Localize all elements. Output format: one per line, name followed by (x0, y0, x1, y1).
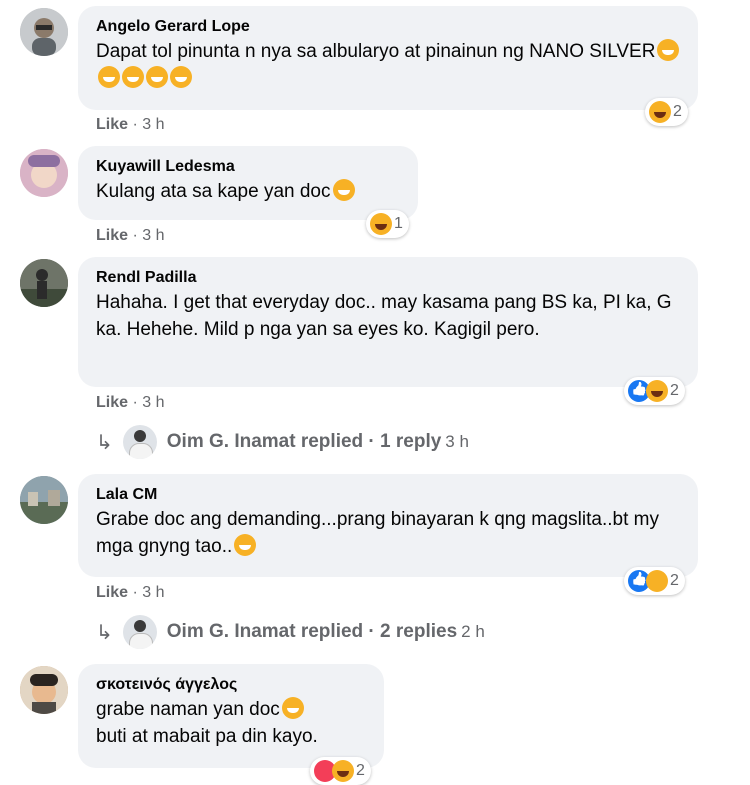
avatar-photo-icon (20, 476, 68, 524)
comment-meta: Like · 3 h (96, 584, 165, 601)
comment-author[interactable]: Lala CM (96, 484, 680, 506)
reaction-count: 2 (670, 572, 679, 589)
reaction-count: 2 (356, 762, 365, 779)
avatar (122, 615, 157, 649)
comment-text: grabe naman yan doc (96, 699, 280, 720)
comment-author[interactable]: Kuyawill Ledesma (96, 156, 400, 178)
timestamp[interactable]: 3 h (142, 394, 164, 411)
haha-icon (332, 760, 354, 782)
comment-author[interactable]: Angelo Gerard Lope (96, 16, 680, 38)
care-icon (646, 570, 668, 592)
sad-emoji-icon (281, 697, 304, 719)
replies-label[interactable]: Oim G. Inamat replied · 1 reply (167, 431, 442, 453)
grin-emoji-icon (170, 66, 192, 88)
reaction-summary[interactable]: 2 (645, 98, 688, 126)
like-button[interactable]: Like (96, 116, 128, 133)
timestamp[interactable]: 3 h (142, 116, 164, 133)
reaction-count: 2 (673, 103, 682, 120)
avatar[interactable] (20, 476, 68, 524)
avatar[interactable] (20, 149, 68, 197)
grin-emoji-icon (98, 66, 120, 88)
comment-bubble: Lala CM Grabe doc ang demanding...prang … (78, 474, 698, 577)
grin-emoji-icon (146, 66, 168, 88)
comment-bubble: Rendl Padilla Hahaha. I get that everyda… (78, 257, 698, 387)
comment-meta: Like · 3 h (96, 227, 165, 244)
avatar-photo-icon (20, 666, 68, 714)
reaction-summary[interactable]: 2 (310, 757, 371, 785)
reaction-count: 2 (670, 382, 679, 399)
comment-bubble: Angelo Gerard Lope Dapat tol pinunta n n… (78, 6, 698, 110)
comment-text: Grabe doc ang demanding...prang binayara… (96, 509, 659, 557)
avatar-photo-icon (20, 149, 68, 197)
comment-text: Hahaha. I get that everyday doc.. may ka… (96, 292, 672, 340)
comment-bubble: Kuyawill Ledesma Kulang ata sa kape yan … (78, 146, 418, 220)
comment-meta: Like · 3 h (96, 394, 165, 411)
avatar-photo-icon (20, 259, 68, 307)
eye-roll-emoji-icon (234, 534, 257, 556)
comment-author[interactable]: σκοτεινός άγγελος (96, 674, 366, 696)
avatar-photo-icon (20, 8, 68, 56)
like-button[interactable]: Like (96, 227, 128, 244)
avatar[interactable] (20, 8, 68, 56)
reply-arrow-icon: ↳ (96, 431, 113, 454)
timestamp[interactable]: 3 h (142, 227, 164, 244)
reaction-summary[interactable]: 2 (624, 567, 685, 595)
replies-label[interactable]: Oim G. Inamat replied · 2 replies (167, 621, 457, 643)
like-button[interactable]: Like (96, 584, 128, 601)
grin-emoji-icon (122, 66, 144, 88)
comment-bubble: σκοτεινός άγγελος grabe naman yan doc bu… (78, 664, 384, 768)
reply-arrow-icon: ↳ (96, 621, 113, 644)
avatar[interactable] (20, 259, 68, 307)
haha-icon (649, 101, 671, 123)
reaction-summary[interactable]: 2 (624, 377, 685, 405)
timestamp[interactable]: 3 h (142, 584, 164, 601)
timestamp: 3 h (445, 432, 469, 451)
timestamp: 2 h (461, 622, 485, 641)
grin-emoji-icon (657, 39, 680, 61)
haha-icon (370, 213, 392, 235)
avatar[interactable] (20, 666, 68, 714)
comment-author[interactable]: Rendl Padilla (96, 267, 680, 289)
reaction-count: 1 (394, 215, 403, 232)
avatar (122, 425, 157, 459)
sweat-smile-emoji-icon (332, 179, 355, 201)
view-replies-link[interactable]: ↳ Oim G. Inamat replied · 2 replies 2 h (96, 615, 485, 649)
comment-meta: Like · 3 h (96, 116, 165, 133)
view-replies-link[interactable]: ↳ Oim G. Inamat replied · 1 reply 3 h (96, 425, 469, 459)
comment-text: Kulang ata sa kape yan doc (96, 181, 331, 202)
haha-icon (646, 380, 668, 402)
like-button[interactable]: Like (96, 394, 128, 411)
reaction-summary[interactable]: 1 (366, 210, 409, 238)
comment-text: Dapat tol pinunta n nya sa albularyo at … (96, 41, 656, 62)
comment-text-line-2: buti at mabait pa din kayo. (96, 726, 318, 747)
